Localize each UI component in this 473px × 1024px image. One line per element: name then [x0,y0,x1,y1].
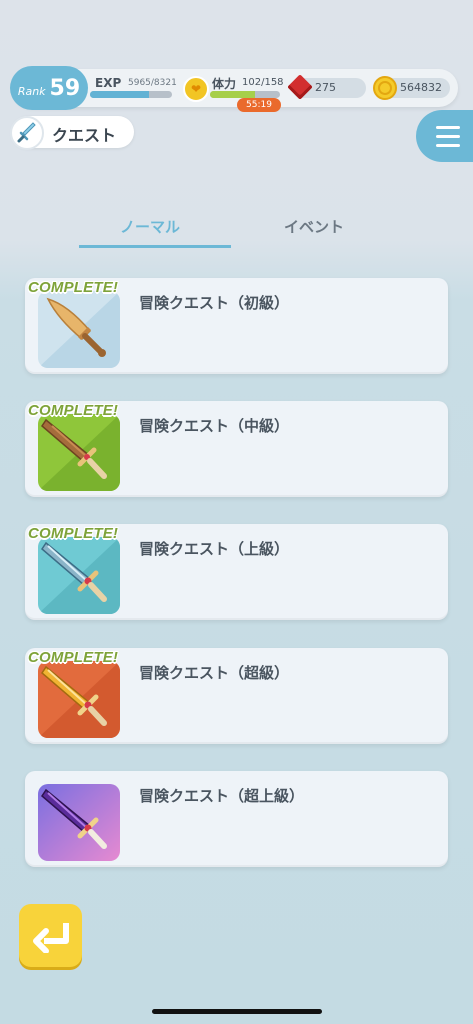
active-tab-indicator [79,245,231,248]
back-button[interactable] [19,904,82,967]
complete-badge: COMPLETE! [28,402,119,419]
stamina-value: 102/158 [242,77,284,88]
menu-button[interactable] [416,110,473,162]
coin-icon [373,76,397,100]
quest-card-master[interactable]: 冒険クエスト（超上級） [25,771,448,867]
gem-value: 275 [315,81,336,94]
stamina-label: 体力 [212,77,237,91]
quest-name: 冒険クエスト（超級） [139,664,290,682]
rank-label: Rank [17,84,46,98]
rank-badge[interactable]: Rank 59 [10,66,88,110]
stamina-progress-bar [210,91,280,98]
golden-sword-icon [38,661,120,738]
quest-card-advanced[interactable]: COMPLETE! 冒険クエスト（上級） [25,524,448,620]
sword-icon [10,116,44,150]
crystal-sword-icon [38,784,120,861]
complete-badge: COMPLETE! [28,525,119,542]
exp-value: 5965/8321 [128,78,177,88]
tab-normal[interactable]: ノーマル [120,216,180,237]
rank-value: 59 [49,75,81,101]
exp-label: EXP [95,76,122,90]
hamburger-menu-icon [436,125,460,129]
quest-card-beginner[interactable]: COMPLETE! 冒険クエスト（初級） [25,278,448,374]
quest-name: 冒険クエスト（初級） [139,294,290,312]
exp-progress-fill [90,91,149,98]
complete-badge: COMPLETE! [28,279,119,296]
stamina-progress-fill [210,91,256,98]
coin-value: 564832 [400,81,442,94]
quest-name: 冒険クエスト（上級） [139,540,290,558]
quest-name: 冒険クエスト（中級） [139,417,290,435]
quest-name: 冒険クエスト（超上級） [139,787,305,805]
home-indicator [152,1009,322,1014]
bronze-sword-icon [38,414,120,491]
stamina-icon: ❤ [183,76,209,102]
tab-event[interactable]: イベント [284,216,344,237]
return-arrow-icon [32,922,69,953]
quest-card-intermediate[interactable]: COMPLETE! 冒険クエスト（中級） [25,401,448,497]
wooden-sword-icon [38,291,120,368]
exp-progress-bar [90,91,172,98]
steel-sword-icon [38,537,120,614]
page-title: クエスト [52,126,117,145]
stamina-timer: 55:19 [237,98,281,112]
quest-card-expert[interactable]: COMPLETE! 冒険クエスト（超級） [25,648,448,744]
complete-badge: COMPLETE! [28,649,119,666]
